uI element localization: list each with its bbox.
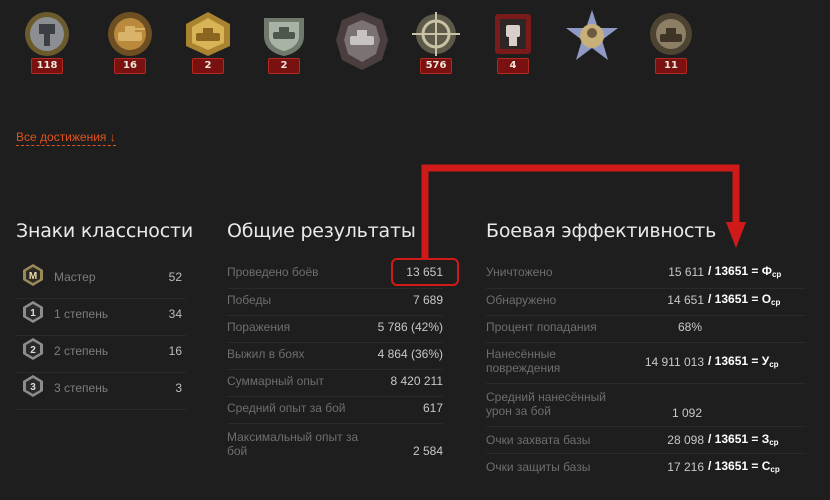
medal-count-badge: 2 [268,58,300,74]
class-mark-value: 16 [168,344,182,358]
sniper-medal-icon [412,12,460,56]
class-mark-row: 2 2 степень 16 [16,336,186,373]
star-portrait-medal-icon [566,10,618,60]
medal-count-badge: 4 [497,58,529,74]
efficiency-formula: / 13651 = Уср [708,354,779,369]
efficiency-label: Обнаружено [486,293,557,307]
medal-count-badge: 576 [420,58,452,74]
overall-value: 4 864 (36%) [377,347,443,361]
dark-tank-medal-icon [336,12,388,70]
second-class-mark-icon: 2 [23,338,43,360]
master-mark-icon: M [23,264,43,286]
efficiency-row: Очки защиты базы 17 216 / 13651 = Сср [486,454,806,480]
medal-count-badge: 2 [192,58,224,74]
overall-row: Выжил в боях 4 864 (36%) [227,343,443,370]
medal-count-badge: 118 [31,58,63,74]
tank-shield-medal[interactable]: 11 [639,8,703,78]
gold-tank-medal-icon [186,12,230,56]
overall-value: 8 420 211 [390,374,444,388]
star-portrait-medal[interactable] [560,8,624,78]
efficiency-value: 15 611 [668,265,704,279]
efficiency-row: Средний нанесённый урон за бой 1 092 [486,384,806,427]
efficiency-title: Боевая эффективность [486,220,717,242]
overall-value: 5 786 (42%) [377,320,443,334]
overall-label: Максимальный опыт за бой [227,430,359,458]
efficiency-label: Нанесённые повреждения [486,347,561,375]
medal-strip: 118 16 2 2 576 4 11 [15,8,815,78]
efficiency-formula: / 13651 = Фср [708,264,782,279]
battles-highlight-box [391,258,459,286]
tank-medal-icon [108,12,152,56]
overall-row: Поражения 5 786 (42%) [227,316,443,343]
all-achievements-link[interactable]: Все достижения ↓ [16,130,116,146]
efficiency-label: Уничтожено [486,265,553,279]
overall-label: Средний опыт за бой [227,401,346,415]
efficiency-value: 14 651 [667,293,704,307]
efficiency-table: Уничтожено 15 611 / 13651 = Фср Обнаруже… [486,262,806,480]
medal-count-badge: 16 [114,58,146,74]
overall-row: Победы 7 689 [227,289,443,316]
overall-row: Суммарный опыт 8 420 211 [227,370,443,397]
class-marks-title: Знаки классности [16,220,193,242]
svg-text:M: M [29,271,37,282]
overall-label: Проведено боёв [227,265,319,279]
overall-value: 617 [422,401,443,415]
tank-medal[interactable]: 16 [98,8,162,78]
efficiency-label: Очки защиты базы [486,460,591,474]
efficiency-row: Уничтожено 15 611 / 13651 = Фср [486,262,806,289]
efficiency-row: Нанесённые повреждения 14 911 013 / 1365… [486,343,806,384]
efficiency-row: Процент попадания 68% [486,316,806,343]
class-mark-label: 2 степень [54,344,109,358]
class-mark-value: 34 [168,307,182,321]
aces-tanker-medal[interactable]: 118 [15,8,79,78]
dark-tank-medal[interactable] [330,8,394,78]
efficiency-value: 17 216 [667,460,704,474]
efficiency-value: 1 092 [671,406,702,420]
overall-label: Победы [227,293,272,307]
overall-row: Средний опыт за бой 617 [227,397,443,424]
efficiency-formula: / 13651 = Сср [708,459,780,474]
overall-results-title: Общие результаты [227,220,416,242]
third-class-mark-icon: 3 [23,375,43,397]
silver-tank-medal-icon [264,18,304,56]
overall-label: Суммарный опыт [227,374,324,388]
fist-medal-icon [495,14,531,54]
first-class-mark-icon: 1 [23,301,43,323]
tank-shield-medal-icon [650,13,692,55]
class-marks-list: M Мастер 52 1 1 степень 34 2 2 степень 1… [16,262,186,410]
overall-results-table: Проведено боёв 13 651 Победы 7 689 Пораж… [227,262,443,462]
class-mark-value: 3 [175,381,182,395]
overall-label: Выжил в боях [227,347,305,361]
efficiency-row: Обнаружено 14 651 / 13651 = Оср [486,289,806,316]
efficiency-formula: / 13651 = Зср [708,432,779,447]
efficiency-row: Очки захвата базы 28 098 / 13651 = Зср [486,427,806,454]
efficiency-value: 14 911 013 [644,355,704,369]
fist-medal[interactable]: 4 [481,8,545,78]
efficiency-value: 68% [677,320,702,334]
efficiency-label: Средний нанесённый урон за бой [486,390,606,418]
class-mark-label: 1 степень [54,307,109,321]
silver-tank-medal[interactable]: 2 [252,8,316,78]
overall-label: Поражения [227,320,291,334]
class-mark-label: Мастер [54,270,96,284]
efficiency-value: 28 098 [667,433,704,447]
efficiency-label: Процент попадания [486,320,597,334]
class-mark-row: 3 3 степень 3 [16,373,186,410]
efficiency-formula: / 13651 = Оср [708,292,781,307]
overall-value: 2 584 [412,444,443,458]
class-mark-value: 52 [168,270,182,284]
svg-text:2: 2 [30,345,36,356]
overall-row: Максимальный опыт за бой 2 584 [227,424,443,462]
medal-count-badge: 11 [655,58,687,74]
svg-text:1: 1 [30,308,36,319]
overall-value: 7 689 [412,293,443,307]
efficiency-label: Очки захвата базы [486,433,591,447]
aces-tanker-medal-icon [25,12,69,56]
svg-text:3: 3 [30,382,36,393]
sniper-medal[interactable]: 576 [404,8,468,78]
class-mark-row: M Мастер 52 [16,262,186,299]
gold-tank-medal[interactable]: 2 [176,8,240,78]
class-mark-row: 1 1 степень 34 [16,299,186,336]
class-mark-label: 3 степень [54,381,109,395]
